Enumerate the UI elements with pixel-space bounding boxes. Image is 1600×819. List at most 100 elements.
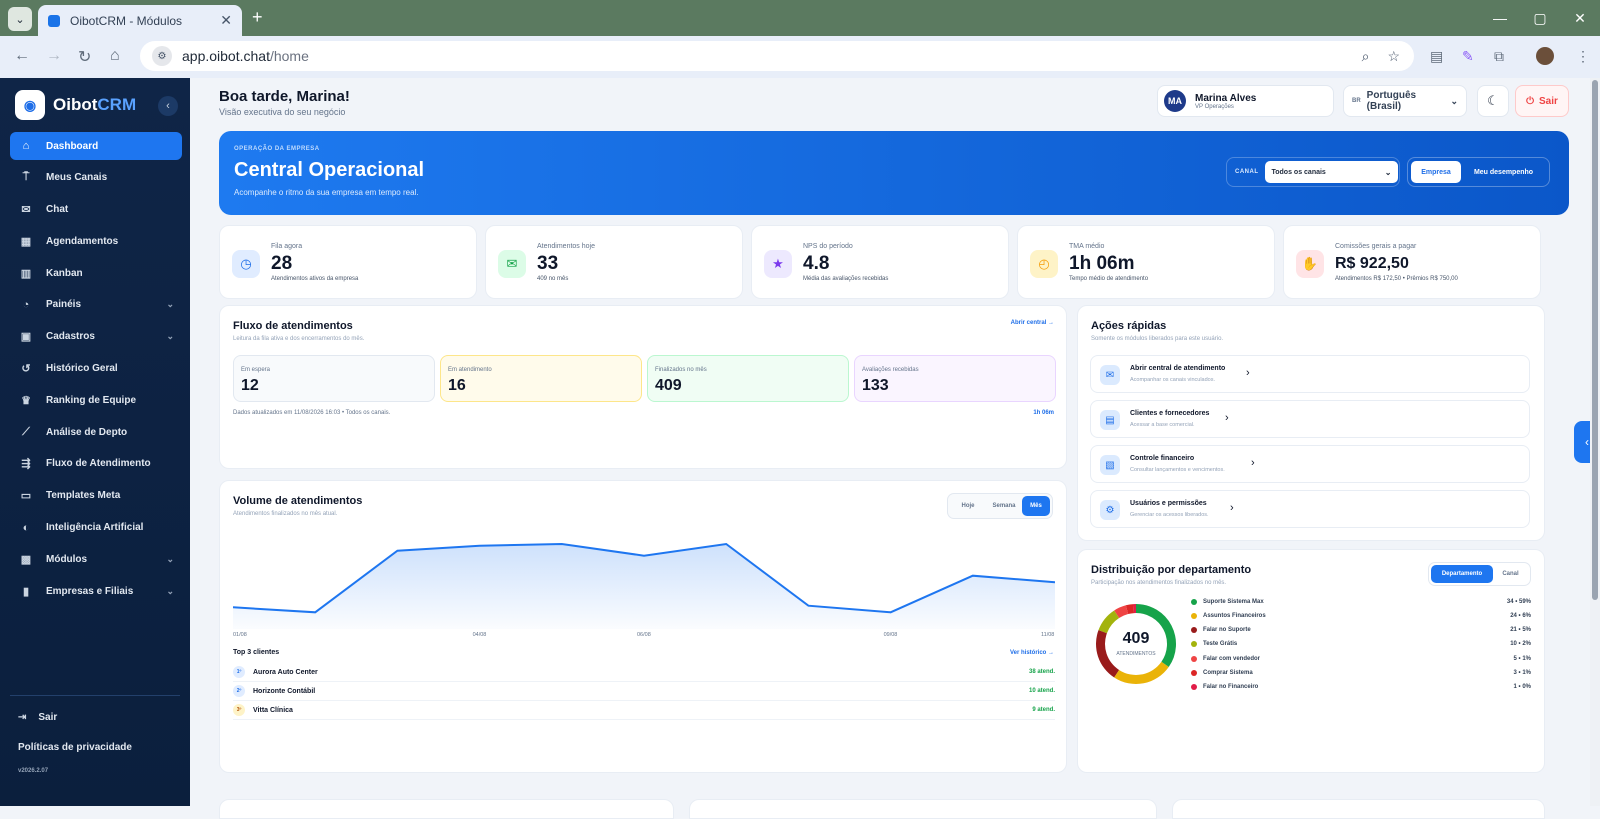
trophy-icon: ♛ (18, 394, 34, 407)
client-count: 38 atend. (1029, 669, 1055, 675)
channel-select[interactable]: Todos os canais ⌄ (1265, 161, 1398, 183)
tab-department[interactable]: Departamento (1431, 565, 1493, 583)
user-card[interactable]: MA Marina Alves VP Operações (1157, 85, 1334, 117)
quick-action-item[interactable]: ▧Controle financeiroConsultar lançamento… (1090, 445, 1530, 483)
scope-company-button[interactable]: Empresa (1411, 161, 1461, 183)
collapse-sidebar-button[interactable]: ‹ (158, 96, 178, 116)
sidebar-logout[interactable]: ⇥Sair (18, 712, 57, 723)
extensions-puzzle-icon[interactable]: ⧉ (1494, 48, 1504, 65)
flow-stat-label: Em espera (241, 367, 270, 373)
quick-action-subtitle: Acessar a base comercial. (1130, 422, 1195, 428)
range-toggle: HojeSemanaMês (947, 493, 1053, 519)
language-select[interactable]: BR Português (Brasil) ⌄ (1343, 85, 1467, 117)
legend-dot (1191, 599, 1197, 605)
app-logo[interactable]: ◉ OibotCRM (15, 90, 136, 120)
bookmark-star-icon[interactable]: ☆ (1387, 48, 1400, 65)
flow-stat-value: 12 (241, 377, 259, 395)
star-icon: ★ (764, 250, 792, 278)
dark-mode-toggle[interactable]: ☾ (1477, 85, 1509, 117)
sidebar-item-análise-de-depto[interactable]: ⟋Análise de Depto (10, 418, 182, 446)
distribution-title: Distribuição por departamento (1091, 564, 1251, 576)
channel-value: Todos os canais (1272, 169, 1326, 176)
quick-action-title: Clientes e fornecedores (1130, 410, 1209, 417)
new-tab-button[interactable]: + (252, 7, 263, 28)
legend-value: 34 • 59% (1507, 599, 1531, 605)
scope-mine-button[interactable]: Meu desempenho (1461, 169, 1546, 176)
sidebar-item-meus-canais[interactable]: ⍑Meus Canais (10, 164, 182, 192)
kpi-hint: Atendimentos R$ 172,50 • Prêmios R$ 750,… (1335, 276, 1458, 282)
browser-tab[interactable]: OibotCRM - Módulos ✕ (38, 5, 242, 36)
bottom-card (1172, 799, 1545, 819)
sidebar-item-label: Fluxo de Atendimento (46, 458, 151, 469)
sidebar-item-dashboard[interactable]: ⌂Dashboard (10, 132, 182, 160)
volume-area-fill (233, 544, 1055, 629)
profile-avatar[interactable] (1536, 47, 1554, 65)
clock-icon: ◷ (232, 250, 260, 278)
sidebar-item-módulos[interactable]: ▩Módulos⌄ (10, 545, 182, 573)
legend-dot (1191, 670, 1197, 676)
quick-action-item[interactable]: ⚙Usuários e permissõesGerenciar os acess… (1090, 490, 1530, 528)
kpi-value: 1h 06m (1069, 253, 1134, 275)
client-row[interactable]: 2ºHorizonte Contábil10 atend. (233, 682, 1055, 701)
kpi-card: ★NPS do período4.8Média das avaliações r… (751, 225, 1009, 299)
client-row[interactable]: 1ºAurora Auto Center38 atend. (233, 663, 1055, 682)
logout-button[interactable]: ⏻Sair (1515, 85, 1569, 117)
sidebar-item-label: Análise de Depto (46, 427, 127, 438)
zoom-icon[interactable]: ⌕ (1362, 48, 1370, 65)
tab-search-button[interactable]: ⌄ (8, 7, 32, 31)
chevron-down-icon: ⌄ (166, 299, 174, 310)
extension-pen-icon[interactable]: ✎ (1462, 48, 1474, 65)
scope-toggle: Empresa Meu desempenho (1407, 157, 1550, 187)
legend-value: 21 • 5% (1510, 627, 1531, 633)
back-icon[interactable]: ← (14, 47, 30, 65)
sidebar-item-ranking-de-equipe[interactable]: ♛Ranking de Equipe (10, 386, 182, 414)
quick-action-item[interactable]: ▤Clientes e fornecedoresAcessar a base c… (1090, 400, 1530, 438)
close-tab-icon[interactable]: ✕ (220, 12, 232, 29)
x-tick-label: 06/08 (637, 632, 651, 638)
reload-icon[interactable]: ↻ (78, 47, 91, 67)
range-mes[interactable]: Mês (1022, 496, 1050, 516)
sidebar-item-agendamentos[interactable]: ▦Agendamentos (10, 227, 182, 255)
tab-channel[interactable]: Canal (1493, 571, 1528, 577)
flow-stat-label: Finalizados no mês (655, 367, 707, 373)
channel-filter: CANAL Todos os canais ⌄ (1226, 157, 1400, 187)
scrollbar[interactable] (1590, 78, 1600, 806)
close-window-button[interactable]: ✕ (1550, 0, 1600, 36)
sidebar-item-fluxo-de-atendimento[interactable]: ⇶Fluxo de Atendimento (10, 450, 182, 478)
stopwatch-icon: ◴ (1030, 250, 1058, 278)
open-central-link[interactable]: Abrir central → (1011, 320, 1054, 326)
range-semana[interactable]: Semana (986, 503, 1022, 509)
main-content: Boa tarde, Marina! Visão executiva do se… (200, 78, 1600, 806)
chevron-left-icon: ‹ (1585, 435, 1589, 449)
extension-icon[interactable]: ▤ (1430, 48, 1443, 65)
address-bar[interactable]: ⚙ app.oibot.chat/home ⌕ ☆ (140, 41, 1414, 71)
app-version: v2026.2.07 (18, 768, 48, 774)
page-greeting: Boa tarde, Marina! Visão executiva do se… (219, 88, 350, 117)
client-row[interactable]: 3ºVitta Clínica9 atend. (233, 701, 1055, 720)
scrollbar-thumb[interactable] (1592, 80, 1598, 600)
legend-item: Comprar Sistema3 • 1% (1191, 667, 1531, 680)
sidebar-item-painéis[interactable]: ◔Painéis⌄ (10, 291, 182, 319)
sidebar-item-templates-meta[interactable]: ▭Templates Meta (10, 482, 182, 510)
sidebar-item-chat[interactable]: ✉Chat (10, 196, 182, 224)
sidebar-item-histórico-geral[interactable]: ↺Histórico Geral (10, 355, 182, 383)
sidebar-item-inteligência-artificial[interactable]: ◐Inteligência Artificial (10, 514, 182, 542)
sidebar-item-kanban[interactable]: ▥Kanban (10, 259, 182, 287)
kpi-label: Comissões gerais a pagar (1335, 243, 1416, 250)
browser-menu-icon[interactable]: ⋮ (1576, 48, 1590, 65)
flow-stat-label: Em atendimento (448, 367, 492, 373)
flow-updated: Dados atualizados em 11/08/2026 16:03 • … (233, 410, 390, 416)
legend-dot (1191, 641, 1197, 647)
legend-dot (1191, 613, 1197, 619)
url-path: /home (270, 48, 309, 64)
view-history-link[interactable]: Ver histórico → (1010, 650, 1054, 656)
home-icon[interactable]: ⌂ (110, 47, 120, 65)
site-info-icon[interactable]: ⚙ (152, 46, 172, 66)
sidebar-item-empresas-e-filiais[interactable]: ▮Empresas e Filiais⌄ (10, 577, 182, 605)
forward-icon[interactable]: → (46, 47, 62, 65)
sidebar-item-cadastros[interactable]: ▣Cadastros⌄ (10, 323, 182, 351)
money-hand-icon: ✋ (1296, 250, 1324, 278)
range-hoje[interactable]: Hoje (950, 503, 986, 509)
privacy-link[interactable]: Políticas de privacidade (18, 742, 132, 753)
quick-action-item[interactable]: ✉Abrir central de atendimentoAcompanhar … (1090, 355, 1530, 393)
